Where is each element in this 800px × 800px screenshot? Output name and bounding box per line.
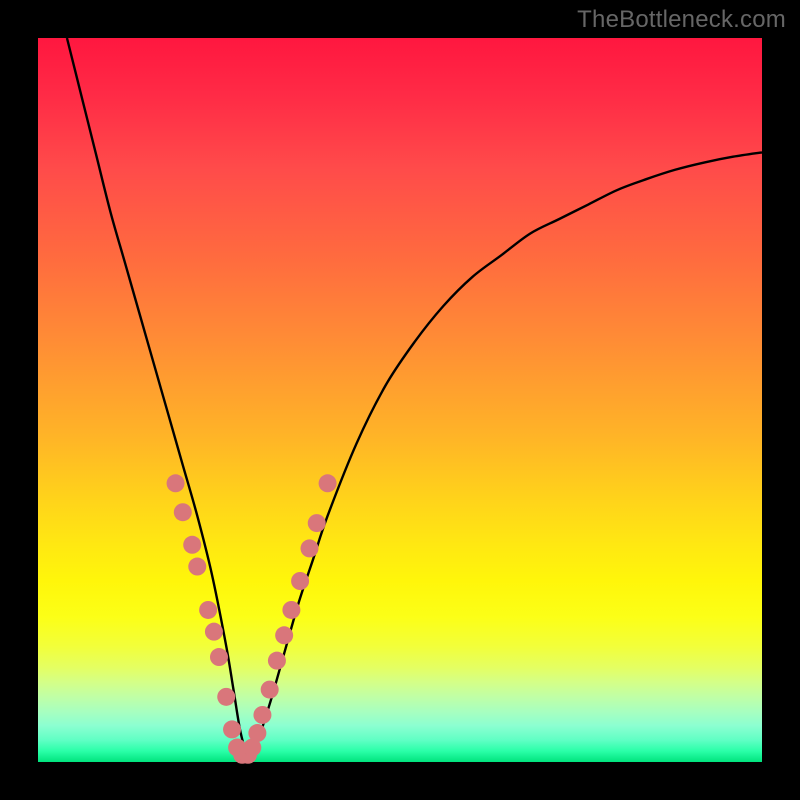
highlight-dot bbox=[183, 536, 201, 554]
highlight-dot bbox=[199, 601, 217, 619]
highlight-dot bbox=[275, 626, 293, 644]
highlight-dot bbox=[167, 474, 185, 492]
highlight-dot bbox=[223, 720, 241, 738]
highlight-dot bbox=[188, 558, 206, 576]
watermark-text: TheBottleneck.com bbox=[577, 6, 786, 34]
highlight-dot bbox=[301, 539, 319, 557]
highlight-dot bbox=[205, 623, 223, 641]
highlight-dot bbox=[253, 706, 271, 724]
highlight-dot bbox=[319, 474, 337, 492]
highlight-dot bbox=[248, 724, 266, 742]
highlight-dot bbox=[210, 648, 228, 666]
highlight-dot bbox=[291, 572, 309, 590]
bottleneck-curve-path bbox=[67, 38, 762, 756]
highlight-dot bbox=[217, 688, 235, 706]
highlight-dot bbox=[174, 503, 192, 521]
highlight-dots-group bbox=[167, 474, 337, 764]
highlight-dot bbox=[308, 514, 326, 532]
highlight-dot bbox=[282, 601, 300, 619]
bottleneck-chart-svg bbox=[38, 38, 762, 762]
highlight-dot bbox=[268, 652, 286, 670]
highlight-dot bbox=[261, 681, 279, 699]
chart-plot-area bbox=[38, 38, 762, 762]
